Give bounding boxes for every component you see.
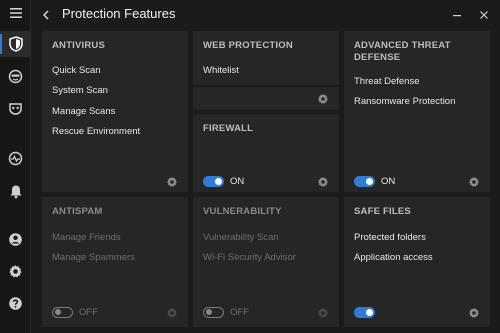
firewall-toggle-label: ON bbox=[230, 176, 245, 187]
rescue-environment-link[interactable]: Rescue Environment bbox=[52, 126, 140, 137]
safe-files-card: SAFE FILES Protected folders Application… bbox=[344, 197, 490, 327]
wifi-security-advisor-link[interactable]: Wi-Fi Security Advisor bbox=[203, 252, 296, 263]
account-icon[interactable] bbox=[0, 226, 31, 252]
manage-friends-link[interactable]: Manage Friends bbox=[52, 232, 121, 243]
pulse-activity-icon[interactable] bbox=[0, 145, 31, 171]
application-access-link[interactable]: Application access bbox=[354, 252, 433, 263]
threat-defense-link[interactable]: Threat Defense bbox=[354, 76, 419, 87]
card-title: ADVANCED THREAT DEFENSE bbox=[354, 40, 451, 63]
shield-icon[interactable] bbox=[0, 31, 31, 57]
close-icon[interactable] bbox=[477, 8, 491, 22]
firewall-card: FIREWALL ON bbox=[193, 114, 339, 192]
title-bar: Protection Features bbox=[31, 0, 500, 30]
card-title: ANTIVIRUS bbox=[52, 40, 105, 51]
firewall-toggle[interactable] bbox=[203, 176, 224, 187]
antivirus-settings-gear-icon[interactable] bbox=[166, 176, 178, 188]
advanced-threat-defense-toggle-label: ON bbox=[381, 176, 396, 187]
bell-icon[interactable] bbox=[0, 178, 31, 204]
divider bbox=[193, 85, 339, 87]
manage-spammers-link[interactable]: Manage Spammers bbox=[52, 252, 135, 263]
vulnerability-settings-gear-icon[interactable] bbox=[317, 307, 329, 319]
hamburger-menu-icon[interactable] bbox=[0, 0, 31, 26]
vulnerability-toggle[interactable] bbox=[203, 307, 224, 318]
gear-icon[interactable] bbox=[0, 258, 31, 284]
system-scan-link[interactable]: System Scan bbox=[52, 85, 108, 96]
back-arrow-icon[interactable] bbox=[38, 7, 54, 23]
web-protection-card: WEB PROTECTION Whitelist bbox=[193, 31, 339, 110]
sidebar bbox=[0, 0, 31, 333]
help-icon[interactable] bbox=[0, 290, 31, 316]
antispam-card: ANTISPAM Manage Friends Manage Spammers … bbox=[42, 197, 188, 327]
protected-folders-link[interactable]: Protected folders bbox=[354, 232, 426, 243]
privacy-mask-icon[interactable] bbox=[0, 95, 31, 121]
manage-scans-link[interactable]: Manage Scans bbox=[52, 106, 115, 117]
card-title: FIREWALL bbox=[203, 123, 254, 134]
page-title: Protection Features bbox=[62, 6, 176, 21]
card-title: ANTISPAM bbox=[52, 206, 103, 217]
antispam-face-icon[interactable] bbox=[0, 63, 31, 89]
firewall-settings-gear-icon[interactable] bbox=[317, 176, 329, 188]
antispam-toggle[interactable] bbox=[52, 307, 73, 318]
safe-files-toggle[interactable] bbox=[354, 307, 375, 318]
advanced-threat-defense-settings-gear-icon[interactable] bbox=[468, 176, 480, 188]
card-title: SAFE FILES bbox=[354, 206, 411, 217]
ransomware-protection-link[interactable]: Ransomware Protection bbox=[354, 96, 455, 107]
card-title: WEB PROTECTION bbox=[203, 40, 293, 51]
antispam-settings-gear-icon[interactable] bbox=[166, 307, 178, 319]
advanced-threat-defense-toggle[interactable] bbox=[354, 176, 375, 187]
whitelist-link[interactable]: Whitelist bbox=[203, 65, 239, 76]
antispam-toggle-label: OFF bbox=[79, 307, 98, 318]
vulnerability-scan-link[interactable]: Vulnerability Scan bbox=[203, 232, 279, 243]
vulnerability-toggle-label: OFF bbox=[230, 307, 249, 318]
minimize-icon[interactable] bbox=[450, 8, 464, 22]
web-protection-settings-gear-icon[interactable] bbox=[317, 93, 329, 105]
safe-files-settings-gear-icon[interactable] bbox=[468, 307, 480, 319]
advanced-threat-defense-card: ADVANCED THREAT DEFENSE Threat Defense R… bbox=[344, 31, 490, 192]
vulnerability-card: VULNERABILITY Vulnerability Scan Wi-Fi S… bbox=[193, 197, 339, 327]
antivirus-card: ANTIVIRUS Quick Scan System Scan Manage … bbox=[42, 31, 188, 192]
card-title: VULNERABILITY bbox=[203, 206, 282, 217]
quick-scan-link[interactable]: Quick Scan bbox=[52, 65, 101, 76]
